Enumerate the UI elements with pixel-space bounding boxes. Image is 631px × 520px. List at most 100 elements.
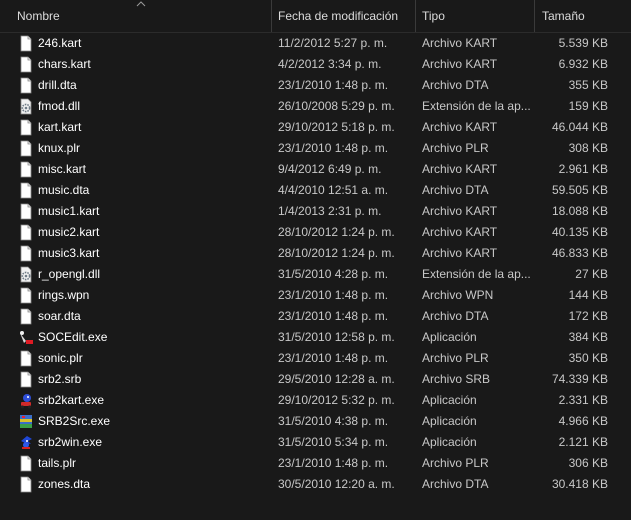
document-icon bbox=[18, 455, 34, 472]
file-row[interactable]: drill.dta 23/1/2010 1:48 p. m. Archivo DTA… bbox=[0, 75, 631, 96]
file-row[interactable]: tails.plr 23/1/2010 1:48 p. m. Archivo PLR… bbox=[0, 453, 631, 474]
document-icon bbox=[18, 476, 34, 493]
file-date-modified: 31/5/2010 12:58 p. m. bbox=[278, 330, 395, 344]
file-row[interactable]: music1.kart 1/4/2013 2:31 p. m. Archivo KA… bbox=[0, 201, 631, 222]
file-row[interactable]: srb2.srb 29/5/2010 12:28 a. m. Archivo SRB… bbox=[0, 369, 631, 390]
file-name: kart.kart bbox=[38, 120, 82, 134]
dll-gear-icon bbox=[18, 266, 34, 283]
file-date-modified: 23/1/2010 1:48 p. m. bbox=[278, 309, 389, 323]
file-row[interactable]: chars.kart 4/2/2012 3:34 p. m. Archivo KAR… bbox=[0, 54, 631, 75]
dll-gear-icon bbox=[18, 98, 34, 115]
column-header-size-label: Tamaño bbox=[542, 9, 585, 23]
column-header-date-label: Fecha de modificación bbox=[278, 9, 399, 23]
file-name: r_opengl.dll bbox=[38, 267, 101, 281]
file-row[interactable]: kart.kart 29/10/2012 5:18 p. m. Archivo KA… bbox=[0, 117, 631, 138]
file-date-modified: 28/10/2012 1:24 p. m. bbox=[278, 246, 395, 260]
file-type: Aplicación bbox=[422, 414, 477, 428]
file-size: 2.121 KB bbox=[558, 435, 608, 449]
document-icon bbox=[18, 140, 34, 157]
document-icon bbox=[18, 287, 34, 304]
column-header-size[interactable]: Tamaño bbox=[534, 0, 614, 32]
file-type: Archivo PLR bbox=[422, 351, 489, 365]
file-name: chars.kart bbox=[38, 57, 91, 71]
file-name: SRB2Src.exe bbox=[38, 414, 111, 428]
document-icon bbox=[18, 182, 34, 199]
file-row[interactable]: r_opengl.dll 31/5/2010 4:28 p. m. Extensió… bbox=[0, 264, 631, 285]
file-size: 2.331 KB bbox=[558, 393, 608, 407]
file-date-modified: 4/2/2012 3:34 p. m. bbox=[278, 57, 382, 71]
file-type: Archivo WPN bbox=[422, 288, 494, 302]
file-row[interactable]: fmod.dll 26/10/2008 5:29 p. m. Extensión d… bbox=[0, 96, 631, 117]
file-name: rings.wpn bbox=[38, 288, 90, 302]
file-date-modified: 29/10/2012 5:18 p. m. bbox=[278, 120, 395, 134]
file-name: srb2kart.exe bbox=[38, 393, 105, 407]
file-row[interactable]: zones.dta 30/5/2010 12:20 a. m. Archivo DT… bbox=[0, 474, 631, 495]
file-date-modified: 29/10/2012 5:32 p. m. bbox=[278, 393, 395, 407]
file-row[interactable]: music2.kart 28/10/2012 1:24 p. m. Archivo … bbox=[0, 222, 631, 243]
file-type: Aplicación bbox=[422, 330, 477, 344]
file-date-modified: 26/10/2008 5:29 p. m. bbox=[278, 99, 395, 113]
document-icon bbox=[18, 350, 34, 367]
file-type: Archivo KART bbox=[422, 204, 498, 218]
document-icon bbox=[18, 56, 34, 73]
file-row[interactable]: SRB2Src.exe 31/5/2010 4:38 p. m. Aplicació… bbox=[0, 411, 631, 432]
file-date-modified: 31/5/2010 4:28 p. m. bbox=[278, 267, 389, 281]
file-row[interactable]: SOCEdit.exe 31/5/2010 12:58 p. m. Aplicaci… bbox=[0, 327, 631, 348]
sort-ascending-icon bbox=[136, 1, 146, 7]
file-row[interactable]: sonic.plr 23/1/2010 1:48 p. m. Archivo PLR… bbox=[0, 348, 631, 369]
file-row[interactable]: misc.kart 9/4/2012 6:49 p. m. Archivo KART… bbox=[0, 159, 631, 180]
file-row[interactable]: rings.wpn 23/1/2010 1:48 p. m. Archivo WPN… bbox=[0, 285, 631, 306]
file-date-modified: 4/4/2010 12:51 a. m. bbox=[278, 183, 389, 197]
document-icon bbox=[18, 245, 34, 262]
column-header-name-label: Nombre bbox=[17, 9, 60, 23]
file-date-modified: 29/5/2010 12:28 a. m. bbox=[278, 372, 395, 386]
file-type: Archivo PLR bbox=[422, 456, 489, 470]
file-name: srb2.srb bbox=[38, 372, 82, 386]
socedit-app-icon bbox=[18, 329, 34, 346]
srb2win-app-icon bbox=[18, 434, 34, 451]
file-date-modified: 23/1/2010 1:48 p. m. bbox=[278, 78, 389, 92]
file-row[interactable]: srb2win.exe 31/5/2010 5:34 p. m. Aplicació… bbox=[0, 432, 631, 453]
file-type: Archivo DTA bbox=[422, 78, 489, 92]
file-size: 4.966 KB bbox=[558, 414, 608, 428]
srb2src-app-icon bbox=[18, 413, 34, 430]
file-row[interactable]: srb2kart.exe 29/10/2012 5:32 p. m. Aplicac… bbox=[0, 390, 631, 411]
file-name: zones.dta bbox=[38, 477, 91, 491]
file-size: 350 KB bbox=[568, 351, 608, 365]
file-size: 159 KB bbox=[568, 99, 608, 113]
file-type: Archivo KART bbox=[422, 120, 498, 134]
file-date-modified: 31/5/2010 5:34 p. m. bbox=[278, 435, 389, 449]
file-name: drill.dta bbox=[38, 78, 77, 92]
file-size: 46.044 KB bbox=[551, 120, 608, 134]
file-type: Archivo KART bbox=[422, 246, 498, 260]
file-row[interactable]: knux.plr 23/1/2010 1:48 p. m. Archivo PLR 3… bbox=[0, 138, 631, 159]
column-header-type[interactable]: Tipo bbox=[415, 0, 533, 32]
file-size: 355 KB bbox=[568, 78, 608, 92]
document-icon bbox=[18, 119, 34, 136]
file-row[interactable]: 246.kart 11/2/2012 5:27 p. m. Archivo KART… bbox=[0, 33, 631, 54]
file-name: soar.dta bbox=[38, 309, 81, 323]
file-size: 2.961 KB bbox=[558, 162, 608, 176]
file-type: Archivo PLR bbox=[422, 141, 489, 155]
file-name: 246.kart bbox=[38, 36, 82, 50]
document-icon bbox=[18, 77, 34, 94]
file-type: Archivo SRB bbox=[422, 372, 491, 386]
file-date-modified: 9/4/2012 6:49 p. m. bbox=[278, 162, 382, 176]
file-size: 5.539 KB bbox=[558, 36, 608, 50]
column-header-type-label: Tipo bbox=[422, 9, 445, 23]
file-row[interactable]: music3.kart 28/10/2012 1:24 p. m. Archivo … bbox=[0, 243, 631, 264]
file-name: music2.kart bbox=[38, 225, 100, 239]
file-name: knux.plr bbox=[38, 141, 81, 155]
file-row[interactable]: soar.dta 23/1/2010 1:48 p. m. Archivo DTA 1… bbox=[0, 306, 631, 327]
column-header-date[interactable]: Fecha de modificación bbox=[271, 0, 414, 32]
file-type: Aplicación bbox=[422, 393, 477, 407]
file-date-modified: 30/5/2010 12:20 a. m. bbox=[278, 477, 395, 491]
document-icon bbox=[18, 161, 34, 178]
file-date-modified: 11/2/2012 5:27 p. m. bbox=[278, 36, 388, 50]
file-type: Archivo KART bbox=[422, 162, 498, 176]
document-icon bbox=[18, 35, 34, 52]
file-name: SOCEdit.exe bbox=[38, 330, 108, 344]
file-size: 40.135 KB bbox=[551, 225, 608, 239]
file-row[interactable]: music.dta 4/4/2010 12:51 a. m. Archivo DTA… bbox=[0, 180, 631, 201]
file-date-modified: 1/4/2013 2:31 p. m. bbox=[278, 204, 382, 218]
